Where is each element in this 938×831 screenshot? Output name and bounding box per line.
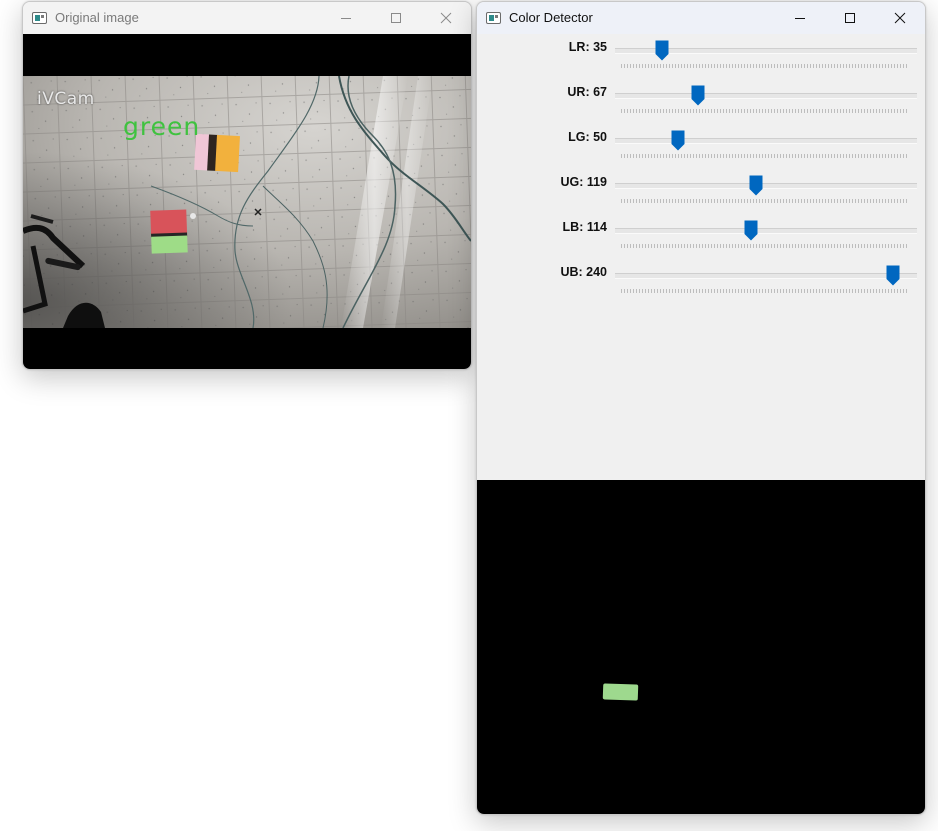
maximize-button[interactable]: [825, 2, 875, 34]
trackbar-label: UR: 67: [567, 85, 607, 99]
slider-track: [615, 183, 917, 189]
trackbar-label: UG: 119: [560, 175, 607, 189]
trackbar-slider[interactable]: [615, 36, 917, 76]
slider-track: [615, 273, 917, 279]
slider-ticks: [621, 154, 909, 158]
color-detector-window: Color Detector LR: 35 UR: 67 LG: 50 UG: …: [476, 1, 926, 815]
slider-ticks: [621, 289, 909, 293]
slider-thumb[interactable]: [655, 40, 669, 61]
close-icon: [440, 12, 452, 24]
window-controls: [321, 2, 471, 34]
slider-ticks: [621, 64, 909, 68]
original-image-window: Original image iVCam green: [22, 1, 472, 370]
slider-track: [615, 228, 917, 234]
window-app-icon: [486, 12, 501, 24]
trackbar-lg: LG: 50: [477, 126, 925, 171]
camera-scene: [23, 76, 471, 328]
trackbar-slider[interactable]: [615, 261, 917, 301]
original-image-view: iVCam green: [23, 34, 471, 369]
trackbar-label: LR: 35: [568, 40, 607, 54]
trackbar-slider[interactable]: [615, 216, 917, 256]
trackbar-lr: LR: 35: [477, 36, 925, 81]
minimize-icon: [795, 18, 805, 19]
color-mask-output: [477, 480, 925, 814]
maximize-icon: [845, 13, 855, 23]
window-app-icon: [32, 12, 47, 24]
slider-ticks: [621, 109, 909, 113]
window-title: Original image: [55, 10, 139, 25]
close-button[interactable]: [875, 2, 925, 34]
slider-thumb[interactable]: [886, 265, 900, 286]
trackbar-label: UB: 240: [560, 265, 607, 279]
minimize-icon: [341, 18, 351, 19]
trackbar-lb: LB: 114: [477, 216, 925, 261]
trackbar-ub: UB: 240: [477, 261, 925, 306]
trackbar-panel: LR: 35 UR: 67 LG: 50 UG: 119 LB: 114 UB:…: [477, 34, 925, 480]
trackbar-ur: UR: 67: [477, 81, 925, 126]
maximize-button[interactable]: [371, 2, 421, 34]
trackbar-label: LG: 50: [568, 130, 607, 144]
detected-mask-region: [602, 683, 639, 701]
trackbar-slider[interactable]: [615, 171, 917, 211]
slider-thumb[interactable]: [749, 175, 763, 196]
slider-ticks: [621, 199, 909, 203]
close-button[interactable]: [421, 2, 471, 34]
trackbar-slider[interactable]: [615, 126, 917, 166]
minimize-button[interactable]: [775, 2, 825, 34]
slider-track: [615, 138, 917, 144]
color-detector-titlebar[interactable]: Color Detector: [477, 2, 925, 34]
maximize-icon: [391, 13, 401, 23]
window-title: Color Detector: [509, 10, 593, 25]
minimize-button[interactable]: [321, 2, 371, 34]
ivcam-watermark: iVCam: [37, 89, 95, 109]
slider-thumb[interactable]: [671, 130, 685, 151]
slider-thumb[interactable]: [744, 220, 758, 241]
slider-ticks: [621, 244, 909, 248]
close-icon: [894, 12, 906, 24]
window-controls: [775, 2, 925, 34]
trackbar-ug: UG: 119: [477, 171, 925, 216]
trackbar-slider[interactable]: [615, 81, 917, 121]
slider-track: [615, 93, 917, 99]
trackbar-label: LB: 114: [562, 220, 607, 234]
camera-frame: iVCam green: [23, 76, 471, 328]
slider-thumb[interactable]: [691, 85, 705, 106]
original-image-titlebar[interactable]: Original image: [23, 2, 471, 34]
detected-color-label: green: [123, 112, 201, 141]
